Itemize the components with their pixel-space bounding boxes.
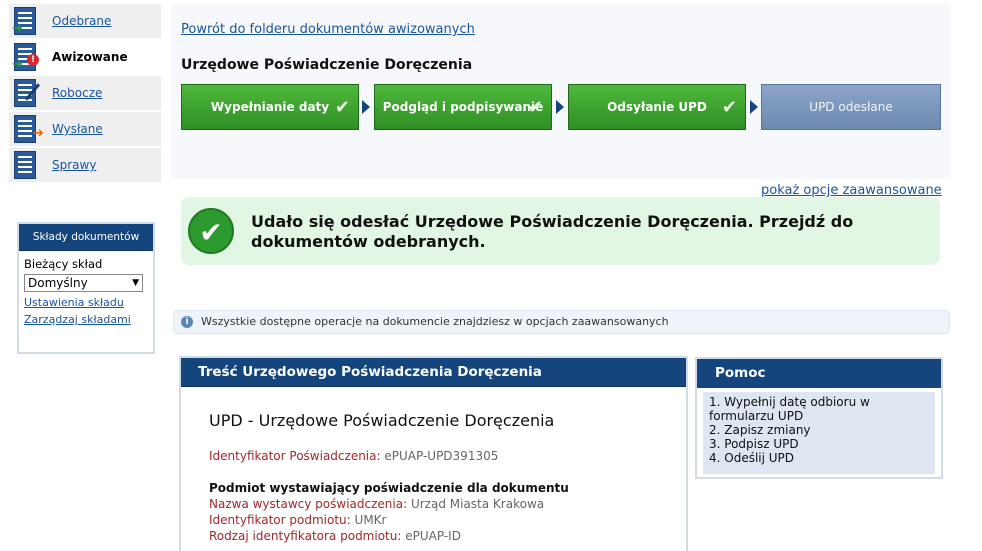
- issuer-id-row: Identyfikator podmiotu: UMKr: [209, 512, 658, 528]
- nav-item-label: Awizowane: [52, 50, 128, 64]
- step-upd-sent: UPD odesłane: [761, 84, 941, 130]
- upd-document-title: UPD - Urzędowe Poświadczenie Doręczenia: [209, 411, 555, 430]
- help-step: 4. Odeślij UPD: [709, 451, 795, 465]
- info-bar: i Wszystkie dostępne operacje na dokumen…: [173, 310, 950, 334]
- nav-item-label[interactable]: Odebrane: [52, 14, 111, 28]
- issuer-section-title: Podmiot wystawiający poświadczenie dla d…: [209, 481, 569, 495]
- progress-steps: Wypełnianie daty ✔ Podgląd i podpisywani…: [181, 84, 941, 132]
- current-store-label: Bieżący skład: [24, 257, 103, 271]
- success-message: Udało się odesłać Urzędowe Poświadczenie…: [251, 212, 854, 251]
- success-check-icon: ✔: [188, 208, 234, 254]
- nav-item-sprawy[interactable]: Sprawy: [9, 148, 161, 182]
- store-select[interactable]: Domyślny ▼: [24, 274, 143, 292]
- page-title: Urzędowe Poświadczenie Doręczenia: [181, 57, 473, 73]
- step-label: Podgląd i podpisywanie: [382, 100, 544, 114]
- draft-document-icon: [9, 76, 49, 110]
- document-stores-title: Składy dokumentów: [19, 224, 153, 251]
- store-settings-link[interactable]: Ustawienia składu: [24, 296, 148, 309]
- nav-item-robocze[interactable]: Robocze: [9, 76, 161, 110]
- panel-title: Treść Urzędowego Poświadczenia Doręczeni…: [181, 358, 686, 387]
- step-preview-sign: Podgląd i podpisywanie ✔: [374, 84, 552, 130]
- step-separator-arrow-icon: [750, 100, 758, 114]
- check-icon: ✔: [721, 97, 737, 118]
- store-select-value: Domyślny: [28, 276, 88, 290]
- nav-item-wyslane[interactable]: ➜ Wysłane: [9, 112, 161, 146]
- field-value: Urząd Miasta Krakowa: [410, 497, 545, 511]
- show-advanced-options-link[interactable]: pokaż opcje zaawansowane: [761, 183, 942, 198]
- nav-item-label[interactable]: Robocze: [52, 86, 102, 100]
- document-stores-box: Składy dokumentów Bieżący skład Domyślny…: [17, 222, 155, 354]
- manage-stores-link[interactable]: Zarządzaj składami: [24, 313, 148, 326]
- cases-document-icon: [9, 148, 49, 182]
- field-value: UMKr: [354, 513, 387, 527]
- chevron-down-icon: ▼: [132, 278, 139, 288]
- help-box: Pomoc 1. Wypełnij datę odbioru w formula…: [695, 357, 943, 479]
- check-icon: ✔: [527, 97, 543, 118]
- field-value: ePUAP-ID: [405, 529, 461, 543]
- back-to-folder-link[interactable]: Powrót do folderu dokumentów awizowanych: [181, 22, 475, 37]
- inbox-document-icon: ➜: [9, 4, 49, 38]
- nav-item-odebrane[interactable]: ➜ Odebrane: [9, 4, 161, 38]
- upd-id-row: Identyfikator Poświadczenia: ePUAP-UPD39…: [209, 448, 658, 464]
- step-label: Odsyłanie UPD: [607, 100, 707, 114]
- issuer-name-row: Nazwa wystawcy poświadczenia: Urząd Mias…: [209, 496, 658, 512]
- nav-item-label[interactable]: Sprawy: [52, 158, 96, 172]
- field-label: Rodzaj identyfikatora podmiotu:: [209, 529, 402, 543]
- notice-document-icon: ➜!: [9, 40, 49, 74]
- help-step: 3. Podpisz UPD: [709, 437, 799, 451]
- step-label: UPD odesłane: [809, 100, 893, 114]
- help-step: 2. Zapisz zmiany: [709, 423, 811, 437]
- field-value: ePUAP-UPD391305: [384, 449, 499, 463]
- info-text: Wszystkie dostępne operacje na dokumenci…: [201, 315, 669, 328]
- step-separator-arrow-icon: [556, 100, 564, 114]
- help-step: 1. Wypełnij datę odbioru w formularzu UP…: [709, 395, 870, 423]
- step-separator-arrow-icon: [362, 100, 370, 114]
- step-fill-date: Wypełnianie daty ✔: [181, 84, 359, 130]
- nav-item-label[interactable]: Wysłane: [52, 122, 103, 136]
- folder-nav: ➜ Odebrane ➜! Awizowane Robocze ➜ Wysłan…: [9, 4, 161, 184]
- issuer-id-type-row: Rodzaj identyfikatora podmiotu: ePUAP-ID: [209, 528, 658, 544]
- field-label: Identyfikator podmiotu:: [209, 513, 351, 527]
- field-label: Identyfikator Poświadczenia:: [209, 449, 381, 463]
- nav-item-awizowane[interactable]: ➜! Awizowane: [9, 40, 161, 74]
- success-banner: ✔ Udało się odesłać Urzędowe Poświadczen…: [181, 197, 940, 265]
- help-steps: 1. Wypełnij datę odbioru w formularzu UP…: [703, 392, 935, 474]
- field-label: Nazwa wystawcy poświadczenia:: [209, 497, 408, 511]
- sent-document-icon: ➜: [9, 112, 49, 146]
- upd-content-panel: Treść Urzędowego Poświadczenia Doręczeni…: [179, 356, 688, 551]
- help-title: Pomoc: [697, 359, 941, 388]
- info-icon: i: [181, 316, 193, 328]
- check-icon: ✔: [334, 97, 350, 118]
- step-send-upd: Odsyłanie UPD ✔: [568, 84, 746, 130]
- step-label: Wypełnianie daty: [210, 100, 330, 114]
